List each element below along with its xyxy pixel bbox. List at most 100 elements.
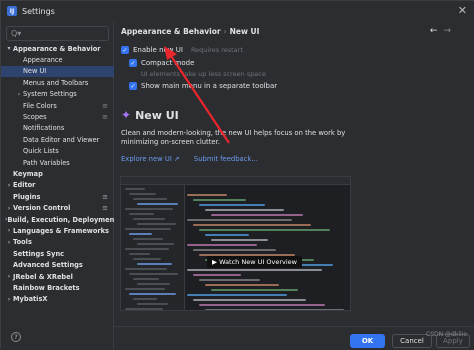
help-icon[interactable]: ? bbox=[11, 332, 21, 342]
sidebar-item[interactable]: › MybatisX bbox=[1, 294, 114, 305]
enable-new-ui-label: Enable new UI bbox=[133, 46, 183, 54]
sidebar-item-label: Quick Lists bbox=[23, 147, 59, 156]
enable-new-ui-option[interactable]: ✓ Enable new UI Requires restart bbox=[121, 46, 243, 54]
sidebar-item[interactable]: › System Settings bbox=[1, 89, 114, 100]
new-ui-title: New UI bbox=[135, 108, 179, 122]
preview-code-line bbox=[193, 299, 306, 301]
sidebar-item-label: Tools bbox=[13, 238, 32, 247]
project-settings-icon: ≡ bbox=[102, 204, 108, 213]
title-bar: IJ Settings ✕ bbox=[1, 1, 474, 21]
preview-tree-line bbox=[137, 243, 174, 245]
chevron-right-icon[interactable]: › bbox=[5, 205, 13, 212]
preview-tree-line bbox=[133, 298, 157, 300]
preview-tree-line bbox=[125, 268, 167, 270]
sidebar-item[interactable]: › Build, Execution, Deployment bbox=[1, 214, 117, 225]
preview-tree-line bbox=[125, 208, 173, 210]
breadcrumb-parent[interactable]: Appearance & Behavior bbox=[121, 27, 221, 36]
preview-code-line bbox=[187, 294, 287, 296]
sidebar-item[interactable]: › JRebel & XRebel bbox=[1, 271, 114, 282]
explore-new-ui-link[interactable]: Explore new UI ↗ bbox=[121, 155, 180, 163]
project-settings-icon: ≡ bbox=[102, 192, 108, 201]
sidebar-item[interactable]: Rainbow Brackets bbox=[1, 282, 114, 293]
project-settings-icon: ≡ bbox=[102, 101, 108, 110]
sidebar-item-label: JRebel & XRebel bbox=[13, 272, 73, 281]
preview-tree-line bbox=[125, 308, 163, 310]
chevron-right-icon[interactable]: › bbox=[15, 91, 23, 98]
preview-code-line bbox=[187, 244, 257, 246]
main-menu-toolbar-label: Show main menu in a separate toolbar bbox=[141, 82, 278, 90]
back-arrow-icon[interactable]: ← bbox=[430, 26, 444, 36]
enable-new-ui-checkbox[interactable]: ✓ bbox=[121, 46, 129, 54]
sidebar-item[interactable]: › Tools bbox=[1, 237, 114, 248]
sidebar-item-label: Version Control bbox=[13, 204, 71, 213]
chevron-right-icon[interactable]: › bbox=[5, 273, 13, 280]
sidebar-item-label: Path Variables bbox=[23, 158, 70, 167]
project-settings-icon: ≡ bbox=[102, 113, 108, 122]
sidebar-item[interactable]: Settings Sync bbox=[1, 248, 114, 259]
main-menu-toolbar-option[interactable]: ✓ Show main menu in a separate toolbar bbox=[129, 82, 277, 90]
main-menu-toolbar-checkbox[interactable]: ✓ bbox=[129, 82, 137, 90]
breadcrumb-current: New UI bbox=[229, 27, 260, 36]
sidebar-item[interactable]: Appearance bbox=[1, 54, 114, 65]
preview-code-line bbox=[211, 239, 268, 241]
sidebar-item[interactable]: File Colors ≡ bbox=[1, 100, 114, 111]
sidebar-item-label: New UI bbox=[23, 67, 47, 76]
preview-tree-line bbox=[129, 213, 154, 215]
sidebar-item[interactable]: Keymap bbox=[1, 168, 114, 179]
sidebar-item[interactable]: ▾ Appearance & Behavior bbox=[1, 43, 114, 54]
sidebar-item-label: Menus and Toolbars bbox=[23, 78, 89, 87]
preview-tree-line bbox=[133, 218, 165, 220]
sidebar-item-label: Notifications bbox=[23, 124, 65, 133]
window-title: Settings bbox=[22, 6, 55, 16]
sidebar-item[interactable]: › Version Control ≡ bbox=[1, 202, 114, 213]
settings-search-input[interactable]: Q▾ bbox=[6, 26, 109, 41]
preview-tree-line bbox=[137, 263, 172, 265]
sidebar-item-label: File Colors bbox=[23, 101, 57, 110]
compact-mode-label: Compact mode bbox=[141, 59, 195, 67]
preview-tree-line bbox=[129, 293, 176, 295]
sidebar-item-label: Data Editor and Viewer bbox=[23, 135, 100, 144]
sidebar-item[interactable]: Notifications bbox=[1, 123, 114, 134]
sidebar-item[interactable]: › Languages & Frameworks bbox=[1, 225, 114, 236]
sidebar-item[interactable]: Scopes ≡ bbox=[1, 111, 114, 122]
new-ui-preview-video[interactable]: ▶ Watch New UI Overview bbox=[120, 176, 351, 311]
compact-mode-option[interactable]: ✓ Compact mode bbox=[129, 59, 194, 67]
ok-button[interactable]: OK bbox=[350, 334, 385, 348]
preview-tree-line bbox=[137, 203, 178, 205]
forward-arrow-icon[interactable]: → bbox=[443, 26, 457, 36]
chevron-right-icon[interactable]: › bbox=[5, 227, 13, 234]
preview-code-line bbox=[193, 274, 241, 276]
chevron-down-icon[interactable]: ▾ bbox=[5, 45, 13, 52]
preview-tree-line bbox=[125, 188, 145, 190]
sidebar-item[interactable]: Path Variables bbox=[1, 157, 114, 168]
chevron-right-icon[interactable]: › bbox=[5, 239, 13, 246]
watch-overview-button[interactable]: ▶ Watch New UI Overview bbox=[207, 256, 302, 268]
preview-code-line bbox=[199, 229, 330, 231]
sidebar-item[interactable]: Quick Lists bbox=[1, 146, 114, 157]
preview-tree-line bbox=[129, 253, 150, 255]
preview-code-line bbox=[211, 214, 303, 216]
breadcrumb: Appearance & Behavior › New UI bbox=[121, 27, 259, 36]
submit-feedback-link[interactable]: Submit feedback... bbox=[194, 155, 258, 163]
sidebar-item[interactable]: › Editor bbox=[1, 180, 114, 191]
sidebar-item-label: Appearance & Behavior bbox=[13, 44, 101, 53]
sidebar-item[interactable]: New UI bbox=[1, 65, 114, 78]
chevron-right-icon[interactable]: › bbox=[5, 296, 13, 303]
preview-tree-line bbox=[133, 198, 167, 200]
preview-code-line bbox=[187, 269, 322, 271]
sidebar-item[interactable]: Advanced Settings bbox=[1, 259, 114, 270]
new-ui-description: Clean and modern-looking, the new UI hel… bbox=[121, 129, 346, 146]
sidebar-item[interactable]: Menus and Toolbars bbox=[1, 77, 114, 88]
sidebar-item[interactable]: Plugins ≡ bbox=[1, 191, 114, 202]
compact-mode-checkbox[interactable]: ✓ bbox=[129, 59, 137, 67]
sidebar-item-label: Scopes bbox=[23, 113, 47, 122]
close-icon[interactable]: ✕ bbox=[458, 4, 467, 17]
sidebar-item[interactable]: Data Editor and Viewer bbox=[1, 134, 114, 145]
sidebar-item-label: Advanced Settings bbox=[13, 261, 83, 270]
sidebar-item-label: Keymap bbox=[13, 169, 43, 178]
preview-tree-line bbox=[129, 233, 152, 235]
chevron-right-icon[interactable]: › bbox=[5, 182, 13, 189]
settings-tree: ▾ Appearance & Behavior Appearance New UI Me… bbox=[1, 43, 117, 305]
main-panel: Appearance & Behavior › New UI ←→ ✓ Enable… bbox=[114, 21, 474, 350]
preview-code-line bbox=[193, 224, 311, 226]
